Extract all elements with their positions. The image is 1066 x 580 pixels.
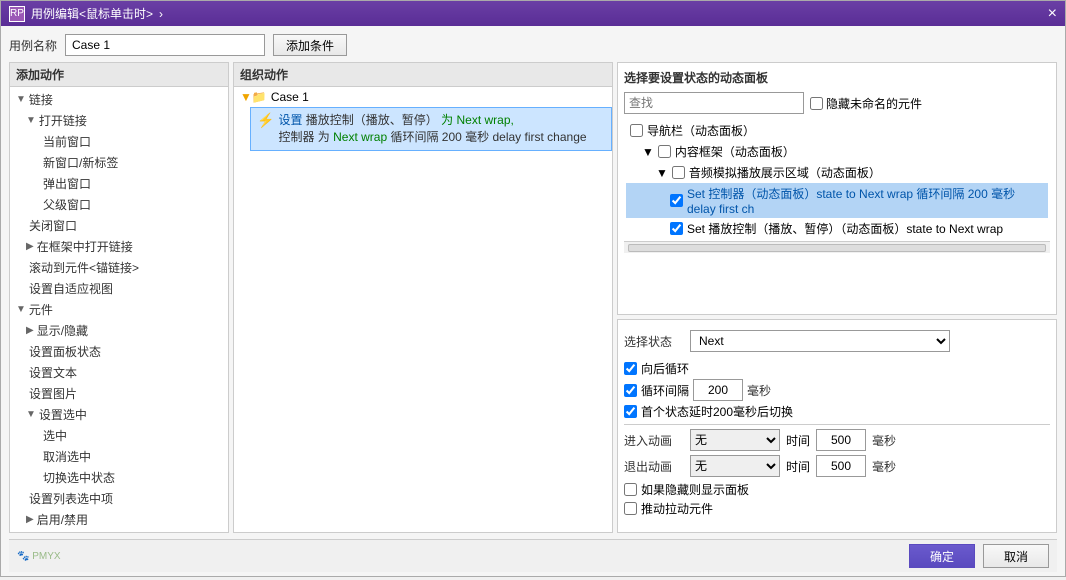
audio-area-checkbox[interactable] — [672, 166, 685, 179]
hscroll-track — [628, 244, 1046, 252]
tree-item-set-panel[interactable]: 设置面板状态 — [12, 341, 226, 362]
tree-item-open-in-frame[interactable]: ▶ 在框架中打开链接 — [12, 236, 226, 257]
tree-item-current-window[interactable]: 当前窗口 — [12, 131, 226, 152]
app-icon: RP — [9, 6, 25, 22]
right-tree: 导航栏（动态面板） ▼ 内容框架（动态面板） ▼ 音频模拟播放展示区域（动态面板… — [624, 118, 1050, 241]
show-if-hidden-checkbox[interactable] — [624, 483, 637, 496]
right-tree-audio-area[interactable]: ▼ 音频模拟播放展示区域（动态面板） — [626, 162, 1048, 183]
loop-interval-checkbox[interactable] — [624, 384, 637, 397]
push-pull-checkbox[interactable] — [624, 502, 637, 515]
tree-item-elements[interactable]: ▼ 元件 — [12, 299, 226, 320]
right-tree-set-playback[interactable]: Set 播放控制（播放、暂停）（动态面板）state to Next wrap — [626, 218, 1048, 239]
organize-action-panel: 组织动作 ▼📁 Case 1 ⚡ 设置 播放控制（播放、暂停） 为 Next w… — [233, 62, 613, 533]
action-row-selected[interactable]: ⚡ 设置 播放控制（播放、暂停） 为 Next wrap, 控制器 为 Next… — [250, 107, 612, 151]
tree-item-set-text[interactable]: 设置文本 — [12, 362, 226, 383]
configure-action-panel: 选择要设置状态的动态面板 隐藏未命名的元件 导航栏（动态面板） — [617, 62, 1057, 533]
right-tree-set-controller[interactable]: Set 控制器（动态面板）state to Next wrap 循环间隔 200… — [626, 183, 1048, 218]
right-tree-nav[interactable]: 导航栏（动态面板） — [626, 120, 1048, 141]
horizontal-scrollbar[interactable] — [624, 241, 1050, 253]
set-controller-checkbox[interactable] — [670, 194, 683, 207]
push-pull-row: 推动拉动元件 — [624, 500, 1050, 517]
content-frame-checkbox[interactable] — [658, 145, 671, 158]
tree-item-popup[interactable]: 弹出窗口 — [12, 173, 226, 194]
set-playback-checkbox[interactable] — [670, 222, 683, 235]
arrow-icon: ▶ — [26, 325, 34, 336]
arrow-icon: ▼ — [16, 94, 26, 105]
case-name-input[interactable] — [65, 34, 265, 56]
tree-item-set-selected[interactable]: ▼ 设置选中 — [12, 404, 226, 425]
tree-item-parent-window[interactable]: 父级窗口 — [12, 194, 226, 215]
state-settings-section: 选择状态 Next 向后循环 循环间隔 毫秒 — [617, 319, 1057, 533]
ok-button[interactable]: 确定 — [909, 544, 975, 568]
breadcrumb-arrow: › — [159, 7, 163, 21]
organize-action-content: ▼📁 Case 1 ⚡ 设置 播放控制（播放、暂停） 为 Next wrap, … — [234, 87, 612, 532]
add-action-header: 添加动作 — [10, 63, 228, 87]
folder-icon: ▼📁 — [240, 90, 267, 104]
divider — [624, 424, 1050, 425]
organize-action-header: 组织动作 — [234, 63, 612, 87]
tree-item-deselect[interactable]: 取消选中 — [12, 446, 226, 467]
case-name-label: 用例名称 — [9, 37, 57, 54]
close-button[interactable]: × — [1048, 6, 1057, 22]
search-row: 隐藏未命名的元件 — [624, 92, 1050, 114]
select-panel-section: 选择要设置状态的动态面板 隐藏未命名的元件 导航栏（动态面板） — [617, 62, 1057, 315]
right-tree-content-frame[interactable]: ▼ 内容框架（动态面板） — [626, 141, 1048, 162]
loop-interval-input[interactable] — [693, 379, 743, 401]
arrow-icon: ▼ — [26, 115, 36, 126]
action-text: 设置 播放控制（播放、暂停） 为 Next wrap, 控制器 为 Next w… — [278, 112, 605, 146]
arrow-icon: ▼ — [26, 409, 36, 420]
add-condition-button[interactable]: 添加条件 — [273, 34, 347, 56]
tree-item-show-hide[interactable]: ▶ 显示/隐藏 — [12, 320, 226, 341]
select-state-row: 选择状态 Next — [624, 330, 1050, 352]
enter-anim-select[interactable]: 无 — [690, 429, 780, 451]
case-tree-label: Case 1 — [271, 90, 309, 104]
content-area: 用例名称 添加条件 添加动作 ▼ 链接 ▼ 打开链接 — [1, 26, 1065, 580]
main-window: RP 用例编辑<鼠标单击时> › × 用例名称 添加条件 添加动作 ▼ 链接 — [0, 0, 1066, 577]
pmyx-logo: 🐾 PMYX — [17, 551, 61, 562]
lightning-icon: ⚡ — [257, 112, 274, 129]
exit-anim-select[interactable]: 无 — [690, 455, 780, 477]
tree-item-new-window[interactable]: 新窗口/新标签 — [12, 152, 226, 173]
tree-item-close-window[interactable]: 关闭窗口 — [12, 215, 226, 236]
title-bar: RP 用例编辑<鼠标单击时> › × — [1, 1, 1065, 26]
main-panels: 添加动作 ▼ 链接 ▼ 打开链接 当前窗口 — [9, 62, 1057, 533]
loop-back-checkbox[interactable] — [624, 362, 637, 375]
tree-item-select[interactable]: 选中 — [12, 425, 226, 446]
enter-anim-row: 进入动画 无 时间 毫秒 — [624, 429, 1050, 451]
tree-item-set-image[interactable]: 设置图片 — [12, 383, 226, 404]
top-bar: 用例名称 添加条件 — [9, 34, 1057, 56]
delay-first-row: 首个状态延时200毫秒后切换 — [624, 403, 1050, 420]
arrow-icon: ▶ — [26, 514, 34, 525]
arrow-icon: ▼ — [16, 304, 26, 315]
exit-anim-row: 退出动画 无 时间 毫秒 — [624, 455, 1050, 477]
delay-first-checkbox[interactable] — [624, 405, 637, 418]
tree-item-adaptive-view[interactable]: 设置自适应视图 — [12, 278, 226, 299]
enter-time-input[interactable] — [816, 429, 866, 451]
tree-item-links[interactable]: ▼ 链接 — [12, 89, 226, 110]
add-action-content: ▼ 链接 ▼ 打开链接 当前窗口 新窗口/新标签 — [10, 87, 228, 532]
select-panel-title: 选择要设置状态的动态面板 — [624, 69, 1050, 86]
window-title: 用例编辑<鼠标单击时> — [31, 5, 153, 22]
show-if-hidden-row: 如果隐藏则显示面板 — [624, 481, 1050, 498]
state-select[interactable]: Next — [690, 330, 950, 352]
tree-item-toggle-select[interactable]: 切换选中状态 — [12, 467, 226, 488]
case-tree-row: ▼📁 Case 1 — [234, 87, 612, 107]
tree-item-open-link[interactable]: ▼ 打开链接 — [12, 110, 226, 131]
tree-item-set-list[interactable]: 设置列表选中项 — [12, 488, 226, 509]
loop-back-row: 向后循环 — [624, 360, 1050, 377]
tree-item-scroll-anchor[interactable]: 滚动到元件<锚链接> — [12, 257, 226, 278]
hide-unnamed-label: 隐藏未命名的元件 — [810, 95, 922, 112]
hide-unnamed-checkbox[interactable] — [810, 97, 823, 110]
arrow-icon: ▶ — [26, 241, 34, 252]
bottom-bar: 🐾 PMYX 确定 取消 — [9, 539, 1057, 572]
cancel-button[interactable]: 取消 — [983, 544, 1049, 568]
nav-checkbox[interactable] — [630, 124, 643, 137]
tree-item-enable-disable[interactable]: ▶ 启用/禁用 — [12, 509, 226, 530]
add-action-panel: 添加动作 ▼ 链接 ▼ 打开链接 当前窗口 — [9, 62, 229, 533]
exit-time-input[interactable] — [816, 455, 866, 477]
loop-interval-row: 循环间隔 毫秒 — [624, 379, 1050, 401]
search-input[interactable] — [624, 92, 804, 114]
